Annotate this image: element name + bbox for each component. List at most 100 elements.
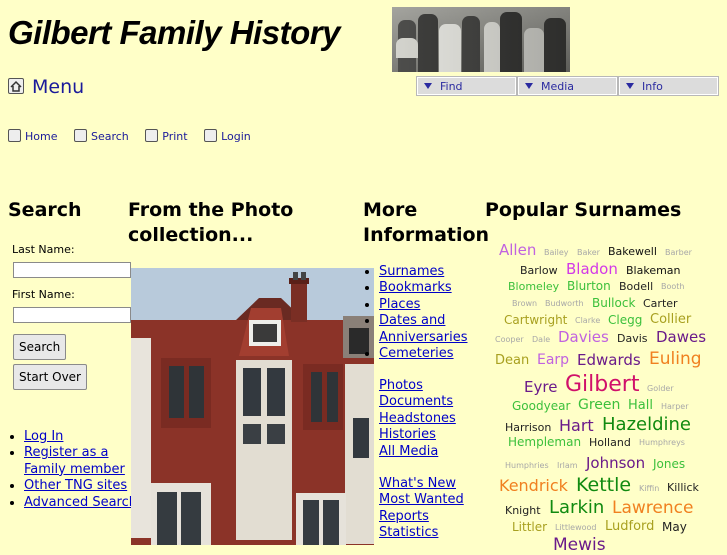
whats-new-link[interactable]: What's New [379, 476, 456, 491]
surname-link[interactable]: Carter [643, 298, 678, 309]
surname-link[interactable]: Harper [661, 402, 689, 411]
all-media-link[interactable]: All Media [379, 444, 438, 459]
surname-link[interactable]: Kettle [576, 476, 631, 495]
surname-link[interactable]: Humphries [505, 461, 549, 470]
menu-media[interactable]: Media [517, 76, 618, 96]
surname-link[interactable]: Davies [558, 330, 609, 345]
photos-link[interactable]: Photos [379, 378, 423, 393]
surname-link[interactable]: Baker [577, 248, 600, 257]
surname-link[interactable]: Dean [495, 354, 529, 367]
surname-link[interactable]: Booth [661, 283, 684, 291]
surname-link[interactable]: Collier [650, 313, 691, 326]
surname-link[interactable]: Allen [499, 243, 536, 258]
surname-link[interactable]: Irlam [557, 461, 578, 470]
register-link[interactable]: Register as a Family member [24, 445, 125, 476]
bookmarks-link[interactable]: Bookmarks [379, 280, 452, 295]
surname-link[interactable]: Holland [589, 437, 631, 448]
surname-link[interactable]: Blakeman [626, 265, 681, 276]
surname-link[interactable]: Barber [665, 248, 692, 257]
most-wanted-link[interactable]: Most Wanted [379, 492, 464, 507]
surname-link[interactable]: Larkin [549, 499, 604, 517]
documents-link[interactable]: Documents [379, 394, 453, 409]
surname-cloud: Allen Bailey Baker Bakewell Barber Barlow Blad… [495, 240, 727, 554]
menu-toggle[interactable]: Menu [8, 76, 84, 98]
featured-photo[interactable] [131, 268, 374, 545]
surname-link[interactable]: Eyre [524, 379, 557, 395]
nav-print[interactable]: Print [145, 129, 188, 143]
surname-link[interactable]: Hall [628, 399, 653, 412]
list-item: Photos [379, 378, 497, 394]
surname-link[interactable]: Blomeley [508, 281, 559, 292]
surname-link[interactable]: Cartwright [504, 314, 567, 326]
surname-link[interactable]: Bladon [566, 262, 618, 277]
advanced-search-link[interactable]: Advanced Search [24, 495, 137, 510]
menu-info[interactable]: Info [618, 76, 719, 96]
surname-link[interactable]: Kendrick [499, 478, 568, 494]
surname-link[interactable]: Gilbert [565, 374, 639, 396]
surname-link[interactable]: Clarke [575, 317, 600, 325]
home-icon [8, 78, 24, 94]
first-name-input[interactable] [13, 307, 131, 323]
surname-link[interactable]: Kiffin [639, 484, 659, 493]
surname-link[interactable]: Dawes [656, 330, 706, 345]
surname-link[interactable]: Hart [559, 417, 594, 434]
surname-link[interactable]: Cooper [495, 335, 524, 344]
nav-login[interactable]: Login [204, 129, 251, 143]
surnames-link[interactable]: Surnames [379, 264, 444, 279]
surname-link[interactable]: Littlewood [555, 524, 597, 532]
surname-link[interactable]: Johnson [586, 456, 645, 471]
histories-link[interactable]: Histories [379, 427, 436, 442]
site-title[interactable]: Gilbert Family History [8, 14, 340, 52]
surname-link[interactable]: Euling [649, 351, 702, 368]
surname-link[interactable]: Bodell [619, 281, 653, 292]
surname-link[interactable]: Brown [512, 300, 537, 308]
statistics-link[interactable]: Statistics [379, 525, 438, 540]
login-link[interactable]: Log In [24, 429, 63, 444]
surname-link[interactable]: Mewis [553, 537, 606, 554]
surname-link[interactable]: Jones [653, 458, 685, 470]
surname-link[interactable]: Knight [505, 505, 541, 516]
list-item: Reports [379, 509, 497, 525]
surname-link[interactable]: Bullock [592, 297, 635, 309]
surname-link[interactable]: Golder [647, 385, 674, 393]
info-links-1: Surnames Bookmarks Places Dates and Anni… [363, 264, 497, 362]
last-name-input[interactable] [13, 262, 131, 278]
surname-link[interactable]: May [662, 521, 687, 533]
surname-link[interactable]: Davis [617, 333, 648, 344]
other-sites-link[interactable]: Other TNG sites [24, 478, 127, 493]
surname-link[interactable]: Bailey [544, 248, 569, 257]
lock-icon [204, 129, 218, 142]
last-name-label: Last Name: [12, 243, 75, 256]
reports-link[interactable]: Reports [379, 509, 429, 524]
menu-find[interactable]: Find [416, 76, 517, 96]
surname-link[interactable]: Killick [667, 482, 699, 493]
nav-search[interactable]: Search [73, 129, 129, 143]
list-item: Surnames [379, 264, 497, 280]
nav-home[interactable]: Home [8, 129, 57, 143]
surname-link[interactable]: Barlow [520, 265, 558, 276]
surname-link[interactable]: Blurton [567, 280, 611, 292]
menu-find-label: Find [440, 80, 463, 93]
surname-link[interactable]: Green [578, 398, 620, 412]
surname-link[interactable]: Goodyear [512, 400, 570, 412]
surname-link[interactable]: Lawrence [612, 499, 693, 517]
surname-link[interactable]: Earp [537, 353, 569, 367]
dates-link[interactable]: Dates and Anniversaries [379, 313, 468, 344]
surname-link[interactable]: Humphreys [639, 439, 685, 447]
surname-link[interactable]: Budworth [545, 300, 584, 308]
surname-link[interactable]: Hazeldine [602, 416, 691, 434]
cemeteries-link[interactable]: Cemeteries [379, 346, 454, 361]
headstones-link[interactable]: Headstones [379, 411, 456, 426]
list-item: Dates and Anniversaries [379, 313, 497, 346]
places-link[interactable]: Places [379, 297, 420, 312]
surname-link[interactable]: Clegg [608, 314, 642, 326]
surname-link[interactable]: Hempleman [508, 436, 581, 448]
surname-link[interactable]: Harrison [505, 422, 551, 433]
surname-link[interactable]: Bakewell [608, 246, 657, 257]
search-button[interactable]: Search [13, 334, 67, 360]
surname-link[interactable]: Edwards [577, 352, 641, 368]
surname-link[interactable]: Ludford [605, 520, 654, 533]
start-over-button[interactable]: Start Over [13, 364, 87, 390]
surname-link[interactable]: Littler [512, 521, 547, 533]
surname-link[interactable]: Dale [532, 335, 550, 344]
